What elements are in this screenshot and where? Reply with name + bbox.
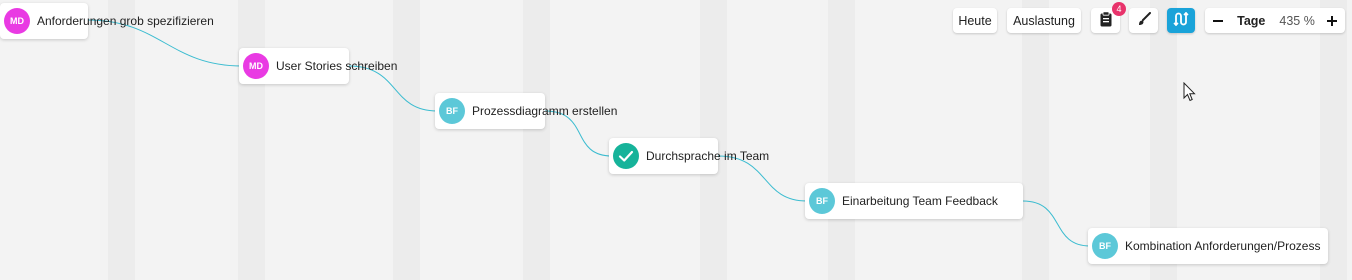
zoom-level: 435 % <box>1279 13 1315 28</box>
task-label: User Stories schreiben <box>276 59 398 73</box>
clipboard-button[interactable]: 4 <box>1091 2 1126 33</box>
zoom-unit[interactable]: Tage <box>1237 14 1265 28</box>
dependencies-toggle[interactable] <box>1167 8 1195 33</box>
task-label: Durchsprache im Team <box>646 149 770 163</box>
workload-button[interactable]: Auslastung <box>1007 8 1081 33</box>
zoom-control: Tage 435 % <box>1205 8 1345 33</box>
mouse-cursor-icon <box>1183 81 1197 107</box>
avatar: BF <box>439 98 465 124</box>
avatar: BF <box>809 188 835 214</box>
task-label: Einarbeitung Team Feedback <box>842 194 998 208</box>
task-label: Kombination Anforderungen/Prozess <box>1125 239 1321 253</box>
brush-icon <box>1137 12 1151 29</box>
zoom-out-button[interactable] <box>1205 8 1231 33</box>
zoom-in-button[interactable] <box>1319 8 1345 33</box>
avatar: MD <box>4 8 30 34</box>
task-bar[interactable]: MD User Stories schreiben <box>239 48 397 84</box>
task-bar[interactable]: BF Prozessdiagramm erstellen <box>435 93 617 129</box>
task-bar[interactable]: BF Einarbeitung Team Feedback <box>805 183 1023 219</box>
clipboard-icon <box>1099 11 1113 30</box>
avatar: BF <box>1092 233 1118 259</box>
route-icon <box>1173 11 1189 29</box>
task-label: Anforderungen grob spezifizieren <box>37 14 214 28</box>
paint-button[interactable] <box>1129 8 1158 33</box>
task-label: Prozessdiagramm erstellen <box>472 104 618 118</box>
avatar: MD <box>243 53 269 79</box>
notification-badge: 4 <box>1112 2 1126 16</box>
gantt-chart: MD Anforderungen grob spezifizieren MD U… <box>0 0 1352 280</box>
task-bar[interactable]: MD Anforderungen grob spezifizieren <box>0 3 214 39</box>
plus-icon <box>1326 15 1337 26</box>
minus-icon <box>1213 19 1224 22</box>
check-icon <box>613 143 639 169</box>
task-bar[interactable]: Durchsprache im Team <box>609 138 769 174</box>
task-bar[interactable]: BF Kombination Anforderungen/Prozess <box>1088 228 1328 264</box>
today-button[interactable]: Heute <box>953 8 997 33</box>
dependency-link <box>1022 200 1091 247</box>
